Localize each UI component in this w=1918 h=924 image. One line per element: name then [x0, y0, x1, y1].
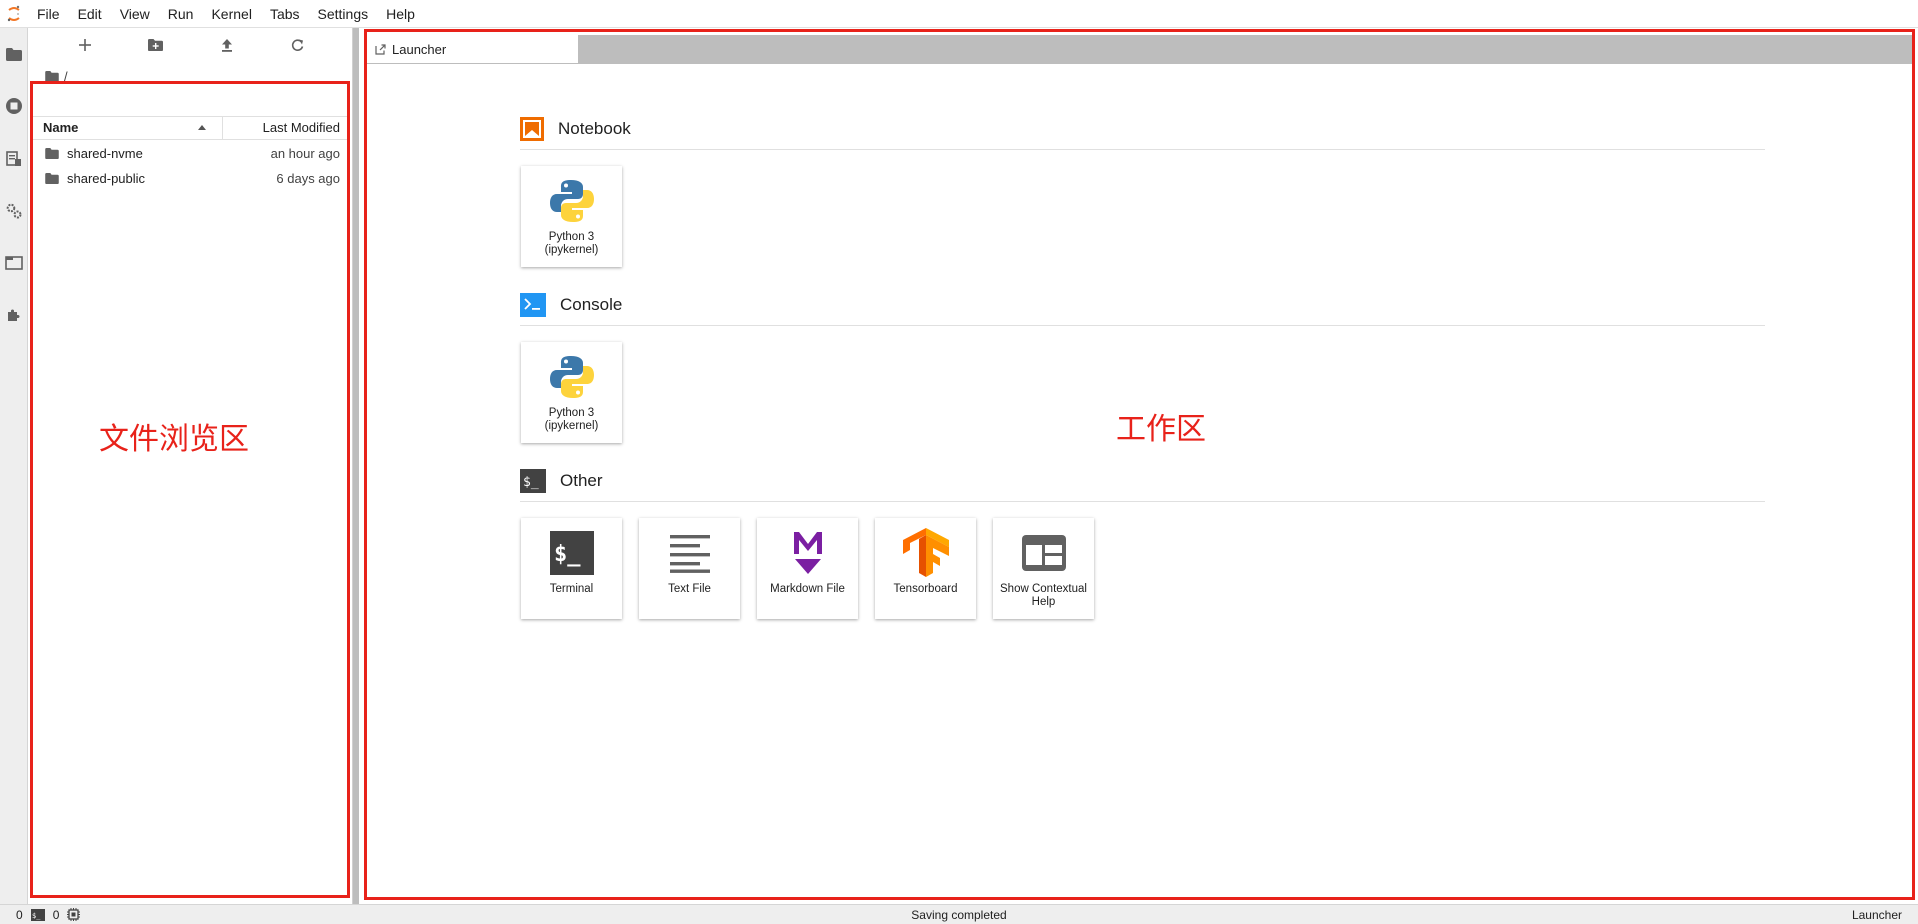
breadcrumb: / [45, 66, 68, 86]
status-text: Saving completed [911, 907, 1007, 922]
list-item[interactable]: shared-nvme an hour ago [32, 141, 350, 166]
status-mode: Launcher [1851, 908, 1902, 922]
jupyter-logo-icon [0, 0, 28, 28]
file-list-header: Name Last Modified [32, 116, 350, 140]
contextual-help-icon [1018, 527, 1070, 579]
card-label: Terminal [549, 583, 594, 595]
commands-icon[interactable] [0, 142, 28, 176]
card-label: Show Contextual Help [1000, 583, 1087, 608]
card-label: Text File [668, 583, 711, 595]
file-area-annotation: 文件浏览区 [99, 422, 249, 457]
sort-ascending-icon [198, 125, 206, 130]
launcher-icon [375, 43, 386, 55]
breadcrumb-root[interactable]: / [64, 69, 68, 84]
list-item[interactable]: shared-public 6 days ago [32, 166, 350, 191]
terminal-icon[interactable]: $_ [30, 908, 45, 921]
file-modified: 6 days ago [276, 171, 340, 186]
left-sidebar [0, 28, 28, 904]
svg-text:$_: $_ [32, 912, 41, 920]
launcher-card-text-file[interactable]: Text File [639, 518, 740, 619]
other-section: $_ Other $_ Terminal Text File Markdown … [520, 460, 1765, 636]
tab-label: Launcher [392, 41, 447, 57]
extension-icon[interactable] [0, 298, 28, 332]
refresh-icon[interactable] [283, 33, 313, 57]
card-label: Markdown File [770, 583, 845, 595]
section-title: Notebook [558, 118, 631, 138]
file-modified: an hour ago [270, 146, 340, 161]
section-title: Other [560, 470, 603, 490]
notebook-icon [520, 116, 544, 141]
menu-run[interactable]: Run [159, 0, 203, 28]
folder-icon[interactable] [45, 70, 59, 82]
last-modified-column-header[interactable]: Last Modified [223, 117, 350, 139]
file-name: shared-public [67, 171, 146, 186]
launcher: Notebook Python 3 (ipykernel) Console Py… [520, 108, 1765, 636]
tab-divider [365, 63, 1912, 64]
menu-edit[interactable]: Edit [69, 0, 111, 28]
card-label: Tensorboard [893, 583, 958, 595]
notebook-section: Notebook Python 3 (ipykernel) [520, 108, 1765, 284]
menu-settings[interactable]: Settings [309, 0, 378, 28]
tab-bar: Launcher [365, 35, 1912, 63]
file-list: shared-nvme an hour ago shared-public 6 … [32, 141, 350, 191]
name-column-header[interactable]: Name [32, 117, 223, 139]
terminals-count[interactable]: 0 [16, 908, 23, 922]
menu-help[interactable]: Help [377, 0, 424, 28]
running-icon[interactable] [0, 89, 28, 123]
section-header: Notebook [520, 108, 1765, 150]
svg-text:$_: $_ [523, 475, 539, 490]
kernels-count[interactable]: 0 [53, 908, 60, 922]
section-header: Console [520, 284, 1765, 326]
upload-icon[interactable] [212, 33, 242, 57]
folder-icon [45, 148, 59, 159]
main-work-area: Launcher Notebook Python 3 (ipykernel) C… [359, 28, 1918, 904]
file-browser: / Name Last Modified shared-nvme an hour… [29, 28, 353, 904]
terminal-icon: $_ [520, 468, 546, 493]
new-folder-icon[interactable] [141, 33, 171, 57]
launcher-card-tensorboard[interactable]: Tensorboard [875, 518, 976, 619]
launcher-card-notebook-python3[interactable]: Python 3 (ipykernel) [521, 166, 622, 267]
status-bar: Saving completed 0 $_ 0 Launcher [0, 904, 1918, 924]
menu-bar: File Edit View Run Kernel Tabs Settings … [0, 0, 1918, 28]
section-title: Console [560, 294, 623, 314]
tabs-icon[interactable] [0, 246, 28, 280]
card-label: Python 3 (ipykernel) [544, 231, 599, 256]
folder-icon [45, 173, 59, 184]
markdown-icon [782, 527, 834, 579]
work-area-annotation: 工作区 [1116, 412, 1206, 447]
launcher-card-contextual-help[interactable]: Show Contextual Help [993, 518, 1094, 619]
launcher-card-markdown-file[interactable]: Markdown File [757, 518, 858, 619]
new-launcher-icon[interactable] [70, 33, 100, 57]
menu-tabs[interactable]: Tabs [261, 0, 309, 28]
file-name: shared-nvme [67, 146, 143, 161]
file-browser-toolbar [29, 28, 353, 62]
python-icon [546, 351, 598, 403]
launcher-card-terminal[interactable]: $_ Terminal [521, 518, 622, 619]
menu-kernel[interactable]: Kernel [202, 0, 260, 28]
section-header: $_ Other [520, 460, 1765, 502]
name-column-label: Name [43, 120, 79, 135]
launcher-card-console-python3[interactable]: Python 3 (ipykernel) [521, 342, 622, 443]
python-icon [546, 175, 598, 227]
tab-launcher[interactable]: Launcher [365, 35, 578, 63]
property-inspector-icon[interactable] [0, 194, 28, 228]
menu-view[interactable]: View [111, 0, 159, 28]
text-file-icon [664, 527, 716, 579]
svg-text:$_: $_ [554, 542, 581, 567]
card-label: Python 3 (ipykernel) [544, 407, 599, 432]
folder-icon[interactable] [0, 37, 28, 71]
menu-file[interactable]: File [28, 0, 69, 28]
terminal-icon: $_ [546, 527, 598, 579]
kernel-icon[interactable] [67, 908, 81, 921]
tensorflow-icon [900, 527, 952, 579]
console-icon [520, 292, 546, 317]
